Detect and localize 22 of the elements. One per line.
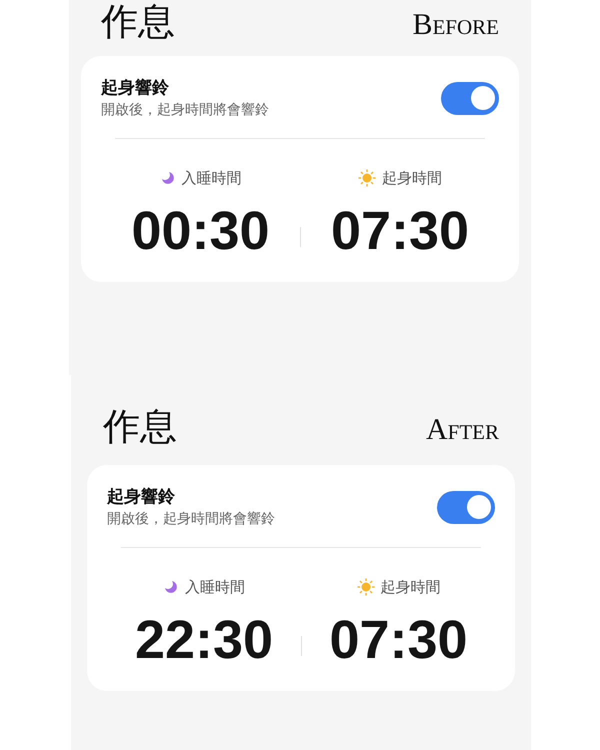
alarm-toggle[interactable] bbox=[441, 82, 499, 114]
page-title: 作息 bbox=[103, 408, 177, 445]
time-value[interactable]: 07:30 bbox=[329, 612, 468, 666]
time-value[interactable]: 07:30 bbox=[330, 204, 470, 258]
alarm-subtitle: 開啟後，起身時間將會響鈴 bbox=[101, 101, 269, 120]
alarm-toggle[interactable] bbox=[437, 490, 495, 524]
time-label: 起身時間 bbox=[380, 577, 440, 598]
time-label: 入睡時間 bbox=[182, 168, 242, 189]
alarm-title: 起身響鈴 bbox=[107, 486, 176, 509]
comparison-label: Before bbox=[412, 10, 499, 40]
moon-icon bbox=[163, 579, 179, 596]
sun-icon bbox=[358, 169, 376, 188]
page-title: 作息 bbox=[101, 3, 175, 40]
sun-icon bbox=[356, 578, 374, 596]
alarm-subtitle: 開啟後，起身時間將會響鈴 bbox=[107, 510, 275, 529]
time-value[interactable]: 22:30 bbox=[134, 612, 274, 666]
comparison-label: After bbox=[426, 415, 499, 445]
time-label: 入睡時間 bbox=[185, 577, 245, 598]
alarm-title: 起身響鈴 bbox=[101, 77, 170, 100]
time-value[interactable]: 00:30 bbox=[131, 204, 270, 258]
time-label: 起身時間 bbox=[382, 168, 442, 189]
moon-icon bbox=[160, 170, 176, 186]
